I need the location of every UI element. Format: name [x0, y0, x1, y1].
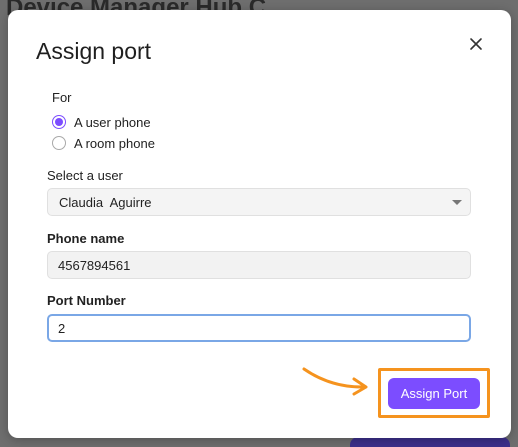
port-number-label: Port Number — [47, 293, 126, 308]
arrow-annotation-icon — [302, 367, 368, 396]
phone-name-label: Phone name — [47, 231, 125, 246]
phone-name-field[interactable] — [47, 251, 471, 279]
radio-user-phone[interactable]: A user phone — [52, 113, 151, 131]
close-icon — [470, 38, 482, 50]
background-button-edge — [350, 437, 510, 447]
assign-port-dialog: Assign port For A user phone A room phon… — [8, 10, 511, 438]
radio-room-phone[interactable]: A room phone — [52, 134, 155, 152]
for-label: For — [52, 90, 72, 105]
select-user-label: Select a user — [47, 168, 123, 183]
radio-room-phone-label: A room phone — [74, 135, 155, 151]
dialog-title: Assign port — [36, 38, 152, 64]
radio-button-unchecked[interactable] — [52, 136, 66, 150]
radio-user-phone-label: A user phone — [74, 114, 151, 130]
radio-button-checked[interactable] — [52, 115, 66, 129]
caret-down-icon — [452, 200, 462, 205]
close-button[interactable] — [466, 34, 486, 54]
user-select-value: Claudia Aguirre — [59, 195, 152, 210]
port-number-field[interactable] — [47, 314, 471, 342]
assign-port-button[interactable]: Assign Port — [388, 378, 480, 409]
user-select[interactable]: Claudia Aguirre — [47, 188, 471, 216]
